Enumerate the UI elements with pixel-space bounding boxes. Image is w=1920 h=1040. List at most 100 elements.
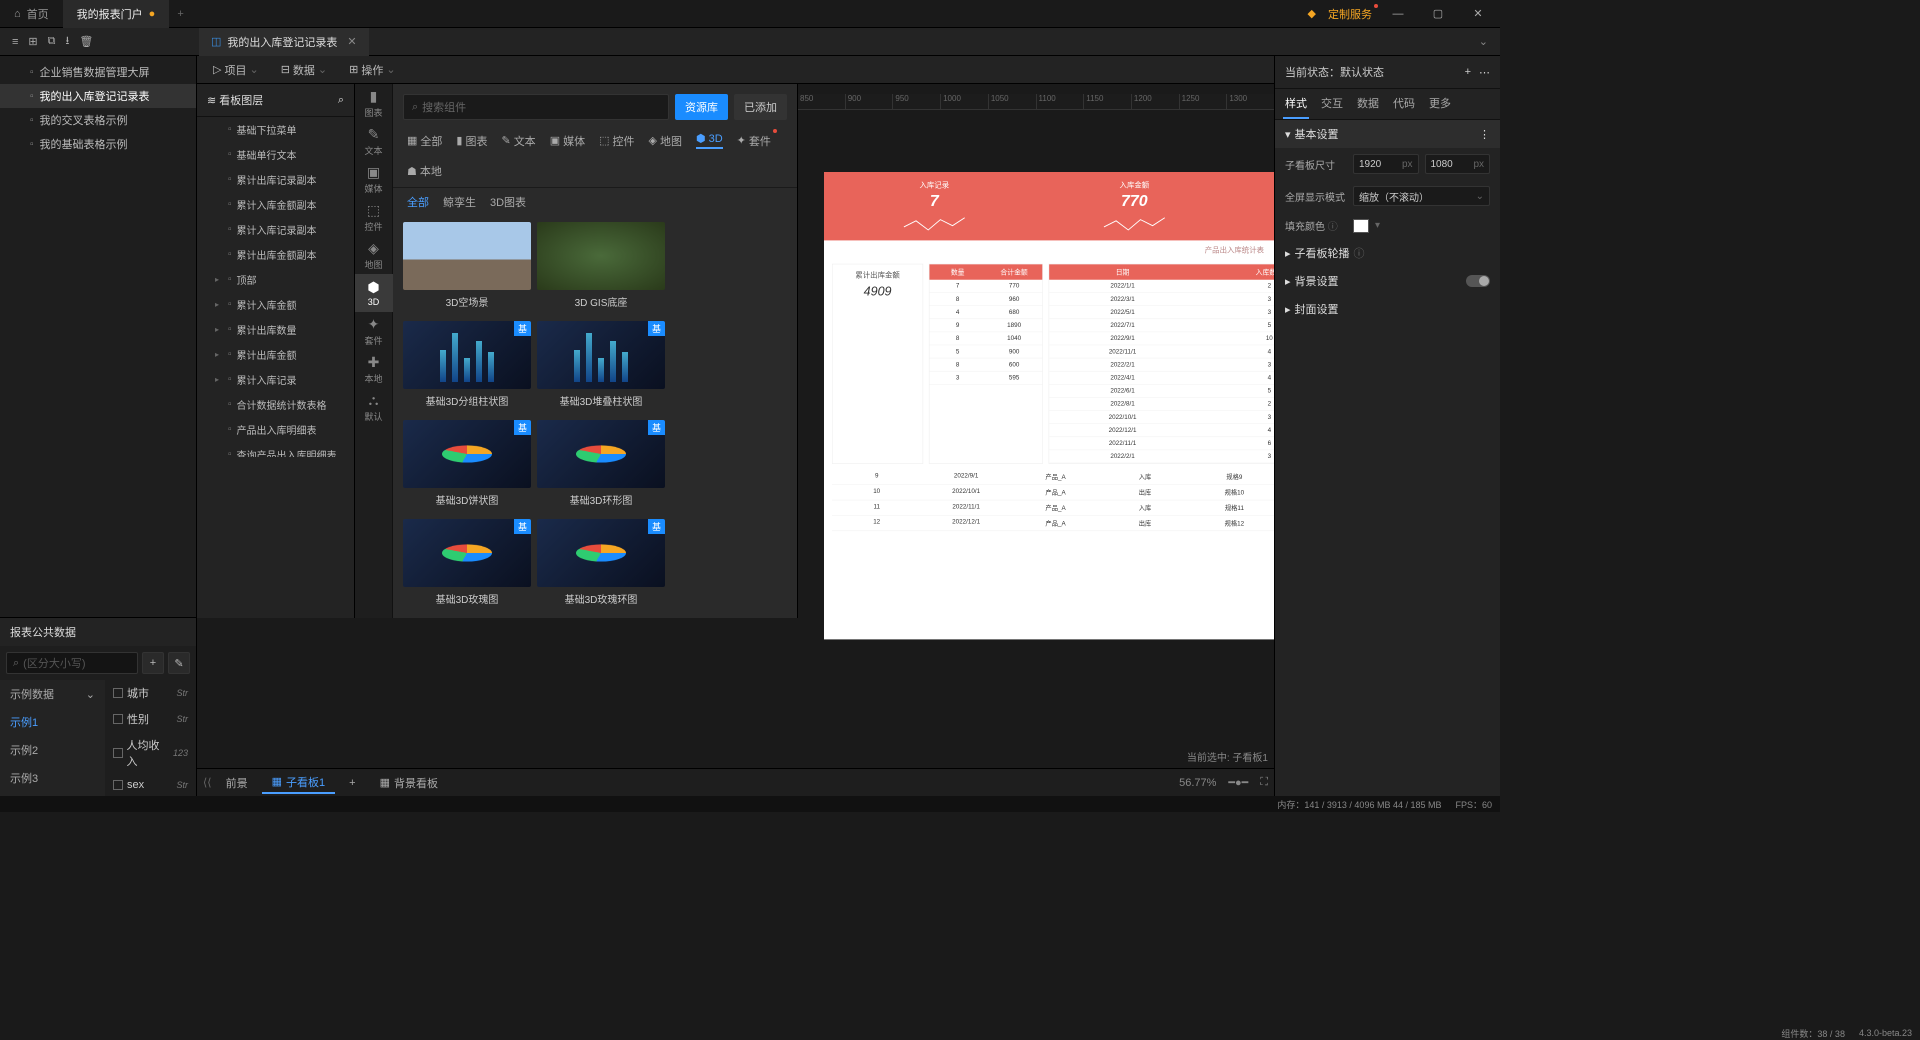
document-tab[interactable]: ◫ 我的出入库登记记录表 ✕ — [199, 28, 369, 56]
new-file-icon[interactable]: ⧉ — [48, 35, 56, 48]
basic-settings-header[interactable]: ▾基本设置 ⋮ — [1275, 120, 1500, 148]
category-套件[interactable]: ✦套件 — [355, 312, 393, 350]
sidebar-file-item[interactable]: ▫我的交叉表格示例 — [0, 108, 196, 132]
gallery-subtab[interactable]: 全部 — [407, 194, 429, 210]
layer-item[interactable]: ▫产品出入库明细表 — [197, 417, 354, 442]
gallery-item[interactable]: 3D GIS底座 — [537, 222, 665, 315]
category-3D[interactable]: ⬢3D — [355, 274, 393, 312]
sidebar-file-item[interactable]: ▫企业销售数据管理大屏 — [0, 60, 196, 84]
panel-tab-样式[interactable]: 样式 — [1283, 89, 1309, 119]
sidebar-file-item[interactable]: ▫我的基础表格示例 — [0, 132, 196, 156]
tab-add[interactable]: + — [169, 8, 191, 20]
gallery-tab-控件[interactable]: ⬚控件 — [599, 132, 634, 149]
layer-item[interactable]: ▫查询产品出入库明细表 — [197, 442, 354, 457]
category-地图[interactable]: ◈地图 — [355, 236, 393, 274]
add-button[interactable]: + — [142, 652, 164, 674]
add-state-icon[interactable]: + — [1465, 66, 1471, 79]
chevron-down-icon[interactable]: ▾ — [1375, 220, 1380, 231]
window-minimize[interactable]: — — [1384, 8, 1412, 20]
new-folder-icon[interactable]: ⊞ — [28, 35, 37, 48]
category-图表[interactable]: ▮图表 — [355, 84, 393, 122]
custom-service-link[interactable]: 定制服务 — [1328, 6, 1372, 22]
page-nav-icon[interactable]: ⟨⟨ — [203, 776, 212, 789]
sidebar-file-item[interactable]: ▫我的出入库登记记录表 — [0, 84, 196, 108]
window-maximize[interactable]: ▢ — [1424, 7, 1452, 20]
menu-project[interactable]: ▷项目⌄ — [205, 60, 267, 80]
zoom-level[interactable]: 56.77% — [1179, 777, 1216, 789]
gallery-tab-全部[interactable]: ▦全部 — [407, 132, 442, 149]
more-icon[interactable]: ⋯ — [1479, 66, 1490, 79]
info-icon[interactable]: ⓘ — [1354, 245, 1365, 261]
layer-item[interactable]: ▫合计数据统计数表格 — [197, 392, 354, 417]
download-icon[interactable]: ⭳ — [66, 32, 70, 51]
layer-item[interactable]: ▫累计入库金额副本 — [197, 192, 354, 217]
gallery-tab-3D[interactable]: ⬢3D — [696, 132, 723, 149]
gallery-tab-图表[interactable]: ▮图表 — [456, 132, 487, 149]
field-item[interactable]: 城市Str — [105, 680, 196, 706]
layer-item[interactable]: ▫累计出库记录副本 — [197, 167, 354, 192]
panel-tab-更多[interactable]: 更多 — [1427, 89, 1453, 119]
width-input[interactable]: 1920px — [1353, 154, 1419, 174]
search-icon[interactable]: ⌕ — [338, 94, 344, 107]
height-input[interactable]: 1080px — [1425, 154, 1491, 174]
layer-item[interactable]: ▸▫累计入库金额 — [197, 292, 354, 317]
gallery-item[interactable]: 基基础3D堆叠柱状图 — [537, 321, 665, 414]
demo-item[interactable]: 示例2 — [0, 736, 105, 764]
gallery-item[interactable]: 基基础3D饼状图 — [403, 420, 531, 513]
more-icon[interactable]: ⋮ — [1479, 128, 1490, 141]
category-本地[interactable]: ✚本地 — [355, 350, 393, 388]
demo-item[interactable]: 示例1 — [0, 708, 105, 736]
demo-header[interactable]: 示例数据 ⌄ — [0, 680, 105, 708]
gallery-tab-套件[interactable]: ✦套件 — [737, 132, 771, 149]
layer-item[interactable]: ▫基础单行文本 — [197, 142, 354, 167]
layer-item[interactable]: ▫累计出库金额副本 — [197, 242, 354, 267]
category-文本[interactable]: ✎文本 — [355, 122, 393, 160]
info-icon[interactable]: ⓘ — [1328, 222, 1338, 233]
close-icon[interactable]: ✕ — [347, 35, 356, 48]
gallery-tab-本地[interactable]: ☗本地 — [407, 163, 442, 179]
category-媒体[interactable]: ▣媒体 — [355, 160, 393, 198]
chevron-down-icon[interactable]: ⌄ — [1467, 35, 1500, 48]
cover-setting-header[interactable]: ▸封面设置 — [1275, 295, 1500, 323]
layer-item[interactable]: ▸▫顶部 — [197, 267, 354, 292]
bg-setting-header[interactable]: ▸背景设置 — [1275, 267, 1500, 295]
tab-home[interactable]: ⌂ 首页 — [0, 0, 63, 28]
layer-item[interactable]: ▸▫累计入库记录 — [197, 367, 354, 392]
gallery-item[interactable]: 基基础3D玫瑰图 — [403, 519, 531, 612]
fit-icon[interactable]: ⛶ — [1260, 776, 1268, 789]
layer-item[interactable]: ▸▫累计出库数量 — [197, 317, 354, 342]
gallery-tab-媒体[interactable]: ▣媒体 — [550, 132, 585, 149]
public-data-search-input[interactable]: ⌕ (区分大小写) — [6, 652, 138, 674]
gallery-item[interactable]: 3D空场景 — [403, 222, 531, 315]
field-item[interactable]: sexStr — [105, 774, 196, 796]
tab-sub-board[interactable]: ▦子看板1 — [262, 772, 336, 794]
tab-portal[interactable]: 我的报表门户 ● — [63, 0, 170, 28]
field-item[interactable]: 性别Str — [105, 706, 196, 732]
field-item[interactable]: 人均收入123 — [105, 732, 196, 774]
gallery-subtab[interactable]: 3D图表 — [490, 194, 526, 210]
category-默认[interactable]: ⛬默认 — [355, 388, 393, 426]
carousel-header[interactable]: ▸子看板轮播 ⓘ — [1275, 239, 1500, 267]
color-swatch[interactable] — [1353, 219, 1369, 233]
resource-library-button[interactable]: 资源库 — [675, 94, 728, 120]
gallery-subtab[interactable]: 鲸孪生 — [443, 194, 476, 210]
tab-foreground[interactable]: 前景 — [216, 772, 258, 794]
delete-icon[interactable]: 🗑 — [79, 35, 93, 48]
menu-operation[interactable]: ⊞操作⌄ — [341, 60, 403, 80]
panel-tab-数据[interactable]: 数据 — [1355, 89, 1381, 119]
edit-button[interactable]: ✎ — [168, 652, 190, 674]
layer-item[interactable]: ▸▫累计出库金额 — [197, 342, 354, 367]
panel-tab-交互[interactable]: 交互 — [1319, 89, 1345, 119]
gallery-item[interactable]: 基基础3D玫瑰环图 — [537, 519, 665, 612]
gallery-search-input[interactable]: ⌕ 搜索组件 — [403, 94, 669, 120]
layer-item[interactable]: ▫基础下拉菜单 — [197, 117, 354, 142]
diamond-icon[interactable]: ◆ — [1308, 7, 1316, 20]
category-控件[interactable]: ⬚控件 — [355, 198, 393, 236]
gallery-item[interactable]: 基基础3D分组柱状图 — [403, 321, 531, 414]
tab-background[interactable]: ▦背景看板 — [370, 772, 448, 794]
zoom-slider-icon[interactable]: ━●━ — [1228, 776, 1248, 789]
added-button[interactable]: 已添加 — [734, 94, 787, 120]
demo-item[interactable]: 示例3 — [0, 764, 105, 792]
gallery-item[interactable]: 基基础3D环形图 — [537, 420, 665, 513]
menu-icon[interactable]: ≡ — [12, 36, 18, 48]
